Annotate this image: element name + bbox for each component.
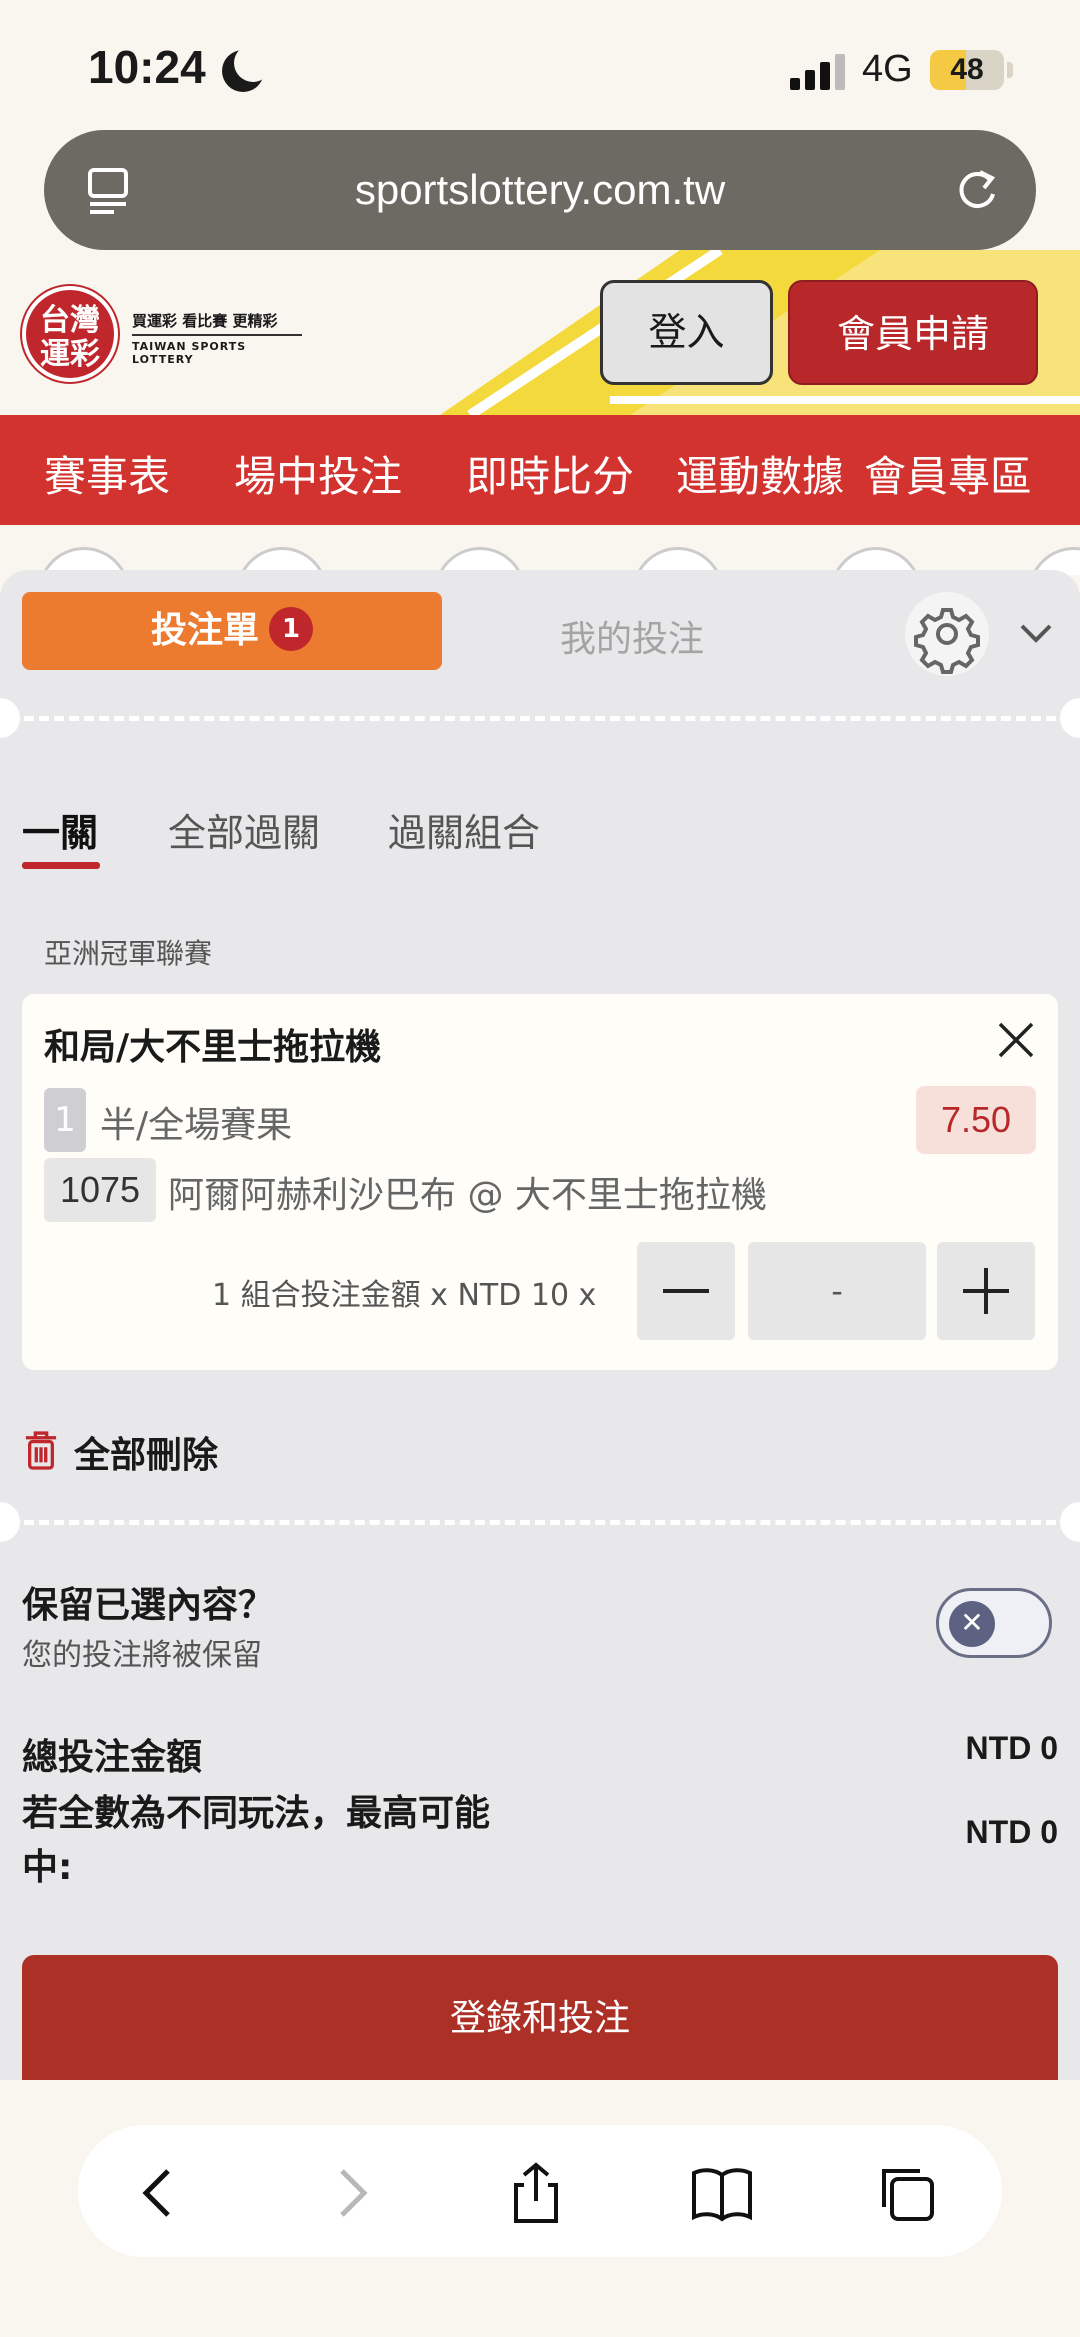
divider-notch xyxy=(0,1502,20,1542)
tab-all-parlay[interactable]: 全部過關 xyxy=(168,802,320,857)
decrease-stake-button[interactable] xyxy=(637,1242,735,1340)
nav-item-live-betting[interactable]: 場中投注 xyxy=(234,443,402,504)
reload-icon[interactable] xyxy=(954,166,1000,214)
tabs-icon[interactable] xyxy=(874,2161,938,2225)
max-win-label-line2: 中: xyxy=(22,1847,73,1888)
battery-icon: 48 xyxy=(930,50,1004,90)
market-name: 半/全場賽果 xyxy=(100,1105,293,1146)
bet-count-badge: 1 xyxy=(269,607,313,651)
battery-tip xyxy=(1007,62,1013,78)
minus-icon xyxy=(663,1289,709,1293)
logo-english: TAIWAN SPORTS LOTTERY xyxy=(132,334,302,366)
back-icon[interactable] xyxy=(128,2161,192,2225)
logo[interactable]: 台灣 運彩 xyxy=(22,286,118,382)
tab-bet-slip-label: 投注單 xyxy=(150,610,259,651)
status-bar: 10:24 4G 48 xyxy=(0,0,1080,130)
bet-slip-panel: 投注單 1 我的投注 一關 全部過關 過關組合 亞洲冠軍聯賽 和局/大不里士拖拉機… xyxy=(0,570,1080,2080)
active-tab-indicator xyxy=(22,862,100,869)
selection-title: 和局/大不里士拖拉機 xyxy=(44,1027,382,1068)
keep-selection-toggle[interactable]: ✕ xyxy=(936,1588,1052,1658)
stake-label: 1 組合投注金額 x NTD 10 x xyxy=(212,1278,597,1313)
battery-level: 48 xyxy=(950,53,984,86)
site-header: 台灣 運彩 買運彩 看比賽 更精彩 TAIWAN SPORTS LOTTERY … xyxy=(0,250,1080,415)
divider-notch xyxy=(0,698,20,738)
divider-notch xyxy=(1060,1502,1080,1542)
max-win-label-line1: 若全數為不同玩法，最高可能 xyxy=(22,1793,491,1834)
toggle-off-icon: ✕ xyxy=(949,1601,995,1647)
toolbar-pill xyxy=(78,2125,1002,2257)
main-nav: 賽事表 場中投注 即時比分 運動數據 會員專區 xyxy=(0,415,1080,525)
tab-my-bets[interactable]: 我的投注 xyxy=(560,610,704,662)
trash-icon xyxy=(25,1431,57,1470)
url-text[interactable]: sportslottery.com.tw xyxy=(44,166,1036,214)
close-icon[interactable] xyxy=(996,1020,1036,1060)
address-bar[interactable]: sportslottery.com.tw xyxy=(44,130,1036,250)
tab-single[interactable]: 一關 xyxy=(22,802,98,857)
match-teams: 阿爾阿赫利沙巴布 @ 大不里士拖拉機 xyxy=(168,1175,767,1216)
market-number: 1 xyxy=(44,1088,86,1152)
chevron-down-icon[interactable] xyxy=(1018,618,1054,648)
sport-icon-strip xyxy=(0,525,1080,575)
plus-icon xyxy=(963,1268,1009,1314)
match-code: 1075 xyxy=(44,1158,156,1222)
delete-all-label: 全部刪除 xyxy=(74,1435,219,1476)
stake-input[interactable]: - xyxy=(748,1242,926,1340)
divider xyxy=(24,1520,1056,1525)
network-type: 4G xyxy=(862,48,913,90)
nav-item-member-area[interactable]: 會員專區 xyxy=(864,443,1032,504)
nav-item-schedule[interactable]: 賽事表 xyxy=(44,443,170,504)
moon-icon xyxy=(222,44,272,92)
increase-stake-button[interactable] xyxy=(937,1242,1035,1340)
gear-icon xyxy=(914,608,980,674)
odds-value: 7.50 xyxy=(916,1086,1036,1154)
divider-notch xyxy=(1060,698,1080,738)
forward-icon[interactable] xyxy=(318,2161,382,2225)
keep-selection-subtitle: 您的投注將被保留 xyxy=(22,1638,262,1673)
nav-item-live-score[interactable]: 即時比分 xyxy=(466,443,634,504)
status-time: 10:24 xyxy=(88,41,206,93)
tab-bet-slip[interactable]: 投注單 1 xyxy=(22,592,442,670)
browser-toolbar xyxy=(0,2080,1080,2337)
bookmarks-icon[interactable] xyxy=(690,2161,754,2225)
logo-line2: 運彩 xyxy=(40,337,100,372)
share-icon[interactable] xyxy=(504,2161,568,2225)
logo-slogan: 買運彩 看比賽 更精彩 xyxy=(132,312,278,330)
total-stake-value: NTD 0 xyxy=(965,1730,1058,1766)
divider xyxy=(24,716,1056,721)
login-button[interactable]: 登入 xyxy=(600,280,773,385)
login-and-bet-button[interactable]: 登錄和投注 xyxy=(22,1955,1058,2080)
logo-line1: 台灣 xyxy=(40,303,100,338)
keep-selection-title: 保留已選內容？ xyxy=(22,1585,275,1626)
total-stake-label: 總投注金額 xyxy=(22,1737,203,1778)
settings-button[interactable] xyxy=(905,592,989,676)
max-win-value: NTD 0 xyxy=(965,1814,1058,1850)
register-button[interactable]: 會員申請 xyxy=(788,280,1038,385)
cellular-signal-icon xyxy=(790,52,846,90)
bet-selection-card: 和局/大不里士拖拉機 1 半/全場賽果 7.50 1075 阿爾阿赫利沙巴布 @… xyxy=(22,994,1058,1370)
league-name: 亞洲冠軍聯賽 xyxy=(44,937,213,970)
nav-item-sports-data[interactable]: 運動數據 xyxy=(676,443,844,504)
tab-parlay-combination[interactable]: 過關組合 xyxy=(388,802,540,857)
